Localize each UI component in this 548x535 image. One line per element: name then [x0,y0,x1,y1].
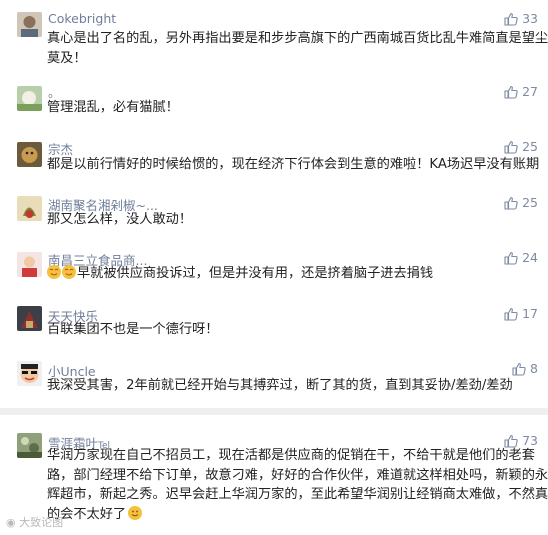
avatar[interactable] [17,196,42,221]
avatar[interactable] [17,306,42,331]
comment-text: 华润万家现在自己不招员工，现在活都是供应商的促销在干，不给干就是他们的老套 路，… [47,446,548,524]
comment-text-line: 华润万家现在自己不招员工，现在活都是供应商的促销在干，不给干就是他们的老套 [47,448,535,463]
like-count: 25 [522,195,538,210]
comment-text-line: 百联集团不也是一个德行呀！ [47,322,219,337]
avatar[interactable] [17,142,42,167]
comment-text: 早就被供应商投诉过，但是并没有用，还是挤着脑子进去捐钱 [47,264,433,284]
avatar[interactable] [17,433,42,458]
like-button[interactable]: 33 [504,11,538,26]
like-button[interactable]: 25 [504,139,538,154]
comment-text-line: 早就被供应商投诉过，但是并没有用，还是挤着脑子进去捐钱 [77,266,434,281]
like-button[interactable]: 8 [512,361,538,376]
comment-text: 那又怎么样，没人敢动！ [47,210,192,230]
like-count: 33 [522,11,538,26]
like-count: 25 [522,139,538,154]
comment-text: 真心是出了名的乱，另外再指出要是和步步高旗下的广西南城百货比乱牛难简直是望尘 莫… [47,29,548,69]
avatar[interactable] [17,12,42,37]
commenter-name[interactable]: Cokebright [48,11,116,26]
comment-text: 都是以前行情好的时候给惯的，现在经济下行体会到生意的难啦！KA场迟早没有账期 [47,155,539,175]
like-button[interactable]: 27 [504,84,538,99]
like-count: 24 [522,250,538,265]
thumbs-up-icon [504,307,518,321]
comment-text-line: 管理混乱，必有猫腻！ [47,100,179,115]
avatar[interactable] [17,86,42,111]
weibo-logo-icon: ◉ [6,516,16,529]
like-count: 17 [522,306,538,321]
emoji-icon [47,265,61,279]
comment-text: 管理混乱，必有猫腻！ [47,98,179,118]
emoji-icon [62,265,76,279]
section-divider [0,408,548,415]
like-button[interactable]: 25 [504,195,538,210]
comment-text-line: 路，部门经理不给下订单，故意刁难，好好的合作伙伴，难道就这样相处吗，新颖的永 [47,467,548,483]
thumbs-up-icon [504,196,518,210]
avatar[interactable] [17,252,42,277]
thumbs-up-icon [504,140,518,154]
comment-text-line: 那又怎么样，没人敢动！ [47,212,193,227]
like-button[interactable]: 24 [504,250,538,265]
thumbs-up-icon [504,251,518,265]
thumbs-up-icon [504,85,518,99]
watermark: ◉ 大致论图 [6,514,63,530]
comment-text: 我深受其害，2年前就已经开始与其搏弈过，断了其的货，直到其妥协/差劲/差劲 [47,376,513,396]
like-button[interactable]: 17 [504,306,538,321]
avatar[interactable] [17,361,42,386]
comment-text: 百联集团不也是一个德行呀！ [47,320,218,340]
comment-text-line: 真心是出了名的乱，另外再指出要是和步步高旗下的广西南城百货比乱牛难简直是望尘 [47,31,548,46]
comment-text-line: 莫及！ [47,51,87,66]
like-count: 8 [530,361,538,376]
smile-emoji-icon [128,505,143,520]
like-count: 27 [522,84,538,99]
comment-text-line: 都是以前行情好的时候给惯的，现在经济下行体会到生意的难啦！KA场迟早没有账期 [47,157,540,172]
thumbs-up-icon [512,362,526,376]
comment-text-line: 我深受其害，2年前就已经开始与其搏弈过，断了其的货，直到其妥协/差劲/差劲 [47,378,513,393]
watermark-text: 大致论图 [19,516,64,529]
comment-text-line: 辉超市，新起之秀。迟早会赶上华润万家的，至此希望华润别让经销商太难做，不然真 [47,487,548,502]
thumbs-up-icon [504,12,518,26]
